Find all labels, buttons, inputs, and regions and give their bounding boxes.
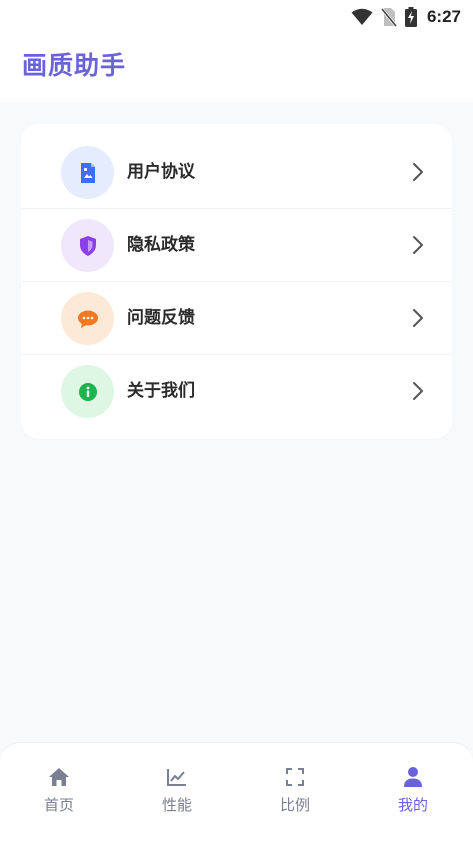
chevron-right-icon: [408, 308, 428, 328]
tab-mine[interactable]: 我的: [354, 765, 472, 821]
info-icon: [61, 365, 114, 418]
chevron-right-icon: [408, 381, 428, 401]
chat-icon: [61, 292, 114, 345]
menu-item-label: 问题反馈: [127, 308, 195, 328]
wifi-icon: [351, 8, 373, 26]
tab-label: 比例: [279, 796, 310, 814]
tab-label: 首页: [43, 796, 74, 814]
chevron-right-icon: [408, 235, 428, 255]
battery-charging-icon: [404, 7, 417, 27]
settings-card: 用户协议 隐私政策 问题反馈 关于我们: [21, 124, 452, 439]
bottom-tab-bar: 首页 性能 比例 我的: [0, 742, 473, 842]
home-icon: [47, 765, 71, 789]
user-icon: [401, 765, 425, 789]
menu-item-feedback[interactable]: 问题反馈: [21, 282, 452, 355]
app-header: 画质助手: [0, 34, 473, 102]
tab-home[interactable]: 首页: [0, 765, 118, 821]
document-icon: [61, 146, 114, 199]
menu-item-about-us[interactable]: 关于我们: [21, 355, 452, 428]
menu-item-user-agreement[interactable]: 用户协议: [21, 136, 452, 209]
status-time: 6:27: [426, 7, 461, 26]
fullscreen-icon: [283, 765, 307, 789]
chevron-right-icon: [408, 162, 428, 182]
menu-item-label: 用户协议: [127, 162, 195, 182]
page-title: 画质助手: [22, 51, 127, 80]
chart-icon: [165, 765, 189, 789]
menu-item-label: 隐私政策: [127, 235, 195, 255]
tab-ratio[interactable]: 比例: [236, 765, 354, 821]
tab-performance[interactable]: 性能: [118, 765, 236, 821]
shield-icon: [61, 219, 114, 272]
tab-label: 性能: [161, 796, 192, 814]
status-bar: 6:27: [0, 0, 473, 34]
menu-item-label: 关于我们: [127, 381, 195, 401]
menu-item-privacy-policy[interactable]: 隐私政策: [21, 209, 452, 282]
no-sim-icon: [380, 7, 397, 27]
tab-label: 我的: [397, 796, 428, 814]
